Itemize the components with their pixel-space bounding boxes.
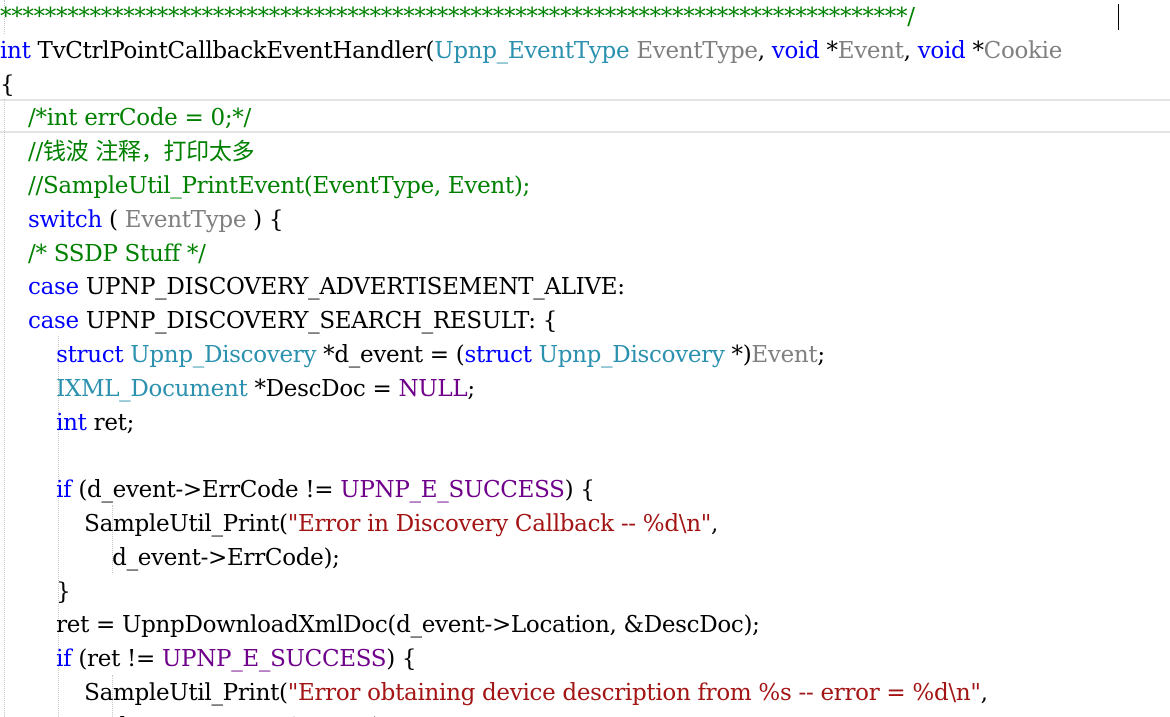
code-parameter: EventType	[636, 37, 758, 64]
code-text: d_event->ErrCode);	[0, 544, 340, 571]
code-parameter: Event	[751, 342, 818, 368]
code-line[interactable]: int TvCtrlPointCallbackEventHandler(Upnp…	[0, 34, 1170, 68]
code-line[interactable]	[0, 439, 1170, 473]
code-text: SampleUtil_Print(	[0, 511, 288, 537]
code-line[interactable]: switch ( EventType ) {	[0, 203, 1170, 237]
code-keyword: struct	[56, 342, 124, 368]
code-keyword: int	[0, 37, 31, 64]
code-line[interactable]: ret = UpnpDownloadXmlDoc(d_event->Locati…	[0, 608, 1170, 642]
code-line[interactable]: int ret;	[0, 406, 1170, 440]
code-editor[interactable]: ****************************************…	[0, 0, 1170, 717]
code-keyword: int	[56, 409, 87, 436]
code-line[interactable]: if (d_event->ErrCode != UPNP_E_SUCCESS) …	[0, 473, 1170, 507]
code-text: *DescDoc =	[247, 375, 399, 402]
code-keyword: switch	[28, 206, 103, 233]
code-keyword: struct	[464, 342, 532, 368]
code-text: ,	[980, 680, 988, 706]
code-line[interactable]: d_event->ErrCode);	[0, 541, 1170, 575]
code-text: UPNP_DISCOVERY_SEARCH_RESULT: {	[78, 308, 558, 335]
code-text: ret;	[86, 409, 135, 436]
code-text: ) {	[386, 646, 417, 673]
code-line[interactable]: {	[0, 68, 1170, 102]
code-text: ,	[711, 511, 719, 537]
code-text: ;	[817, 342, 825, 368]
code-parameter: EventType	[124, 206, 247, 233]
code-text: *)	[724, 342, 752, 368]
code-text: *	[965, 37, 984, 64]
code-comment: /* SSDP Stuff */	[0, 240, 206, 267]
code-keyword: if	[56, 477, 72, 504]
code-text: ,	[757, 37, 772, 64]
code-macro: UPNP_E_SUCCESS	[161, 646, 387, 673]
code-line[interactable]: SampleUtil_Print("Error obtaining device…	[0, 676, 1170, 710]
code-keyword: case	[28, 274, 79, 301]
code-text: SampleUtil_Print(	[0, 680, 288, 706]
code-line[interactable]: }	[0, 575, 1170, 609]
code-line[interactable]: if (ret != UPNP_E_SUCCESS) {	[0, 642, 1170, 676]
code-line[interactable]: case UPNP_DISCOVERY_SEARCH_RESULT: {	[0, 304, 1170, 338]
code-macro: UPNP_E_SUCCESS	[340, 477, 565, 504]
code-keyword: void	[771, 37, 820, 64]
code-type: Upnp_Discovery	[538, 342, 725, 368]
code-text: (ret !=	[71, 646, 162, 673]
code-text: }	[0, 578, 71, 605]
code-keyword: if	[56, 646, 72, 673]
code-line[interactable]: /* SSDP Stuff */	[0, 237, 1170, 271]
code-type: IXML_Document	[56, 375, 248, 402]
code-text: ) {	[246, 206, 284, 233]
code-parameter: Cookie	[983, 37, 1063, 64]
code-text: ret = UpnpDownloadXmlDoc(d_event->Locati…	[0, 612, 760, 639]
code-comment: //SampleUtil_PrintEvent(EventType, Event…	[0, 173, 530, 199]
code-macro: NULL	[398, 375, 468, 402]
code-text: *d_event = (	[316, 342, 465, 368]
code-line[interactable]: //SampleUtil_PrintEvent(EventType, Event…	[0, 169, 1170, 203]
code-line[interactable]: IXML_Document *DescDoc = NULL;	[0, 372, 1170, 406]
code-text: ) {	[564, 477, 595, 504]
code-text: UPNP_DISCOVERY_ADVERTISEMENT_ALIVE:	[78, 274, 625, 301]
code-text: *	[819, 37, 839, 64]
code-type: Upnp_Discovery	[130, 342, 317, 368]
code-line[interactable]: SampleUtil_Print("Error in Discovery Cal…	[0, 507, 1170, 541]
code-text: ;	[467, 375, 475, 402]
code-text: (d_event->ErrCode !=	[71, 477, 341, 504]
code-line[interactable]: ****************************************…	[0, 0, 1170, 34]
code-line[interactable]: case UPNP_DISCOVERY_ADVERTISEMENT_ALIVE:	[0, 270, 1170, 304]
code-parameter: Event	[837, 37, 904, 64]
code-text: TvCtrlPointCallbackEventHandler(	[30, 37, 435, 64]
code-string: "Error obtaining device description from…	[287, 680, 981, 706]
code-comment: //钱波 注释，打印太多	[0, 139, 255, 166]
code-comment: /*int errCode = 0;*/	[0, 105, 251, 132]
code-line[interactable]: d_event->Location, ret);	[0, 710, 1170, 717]
code-keyword: void	[917, 37, 966, 64]
code-comment: ****************************************…	[0, 4, 915, 30]
code-type: Upnp_EventType	[434, 37, 630, 64]
code-keyword: case	[28, 308, 79, 335]
code-text: {	[0, 71, 15, 98]
code-line[interactable]: /*int errCode = 0;*/	[0, 101, 1170, 135]
code-text: (	[102, 206, 125, 233]
code-line[interactable]: //钱波 注释，打印太多	[0, 135, 1170, 169]
code-line[interactable]: struct Upnp_Discovery *d_event = (struct…	[0, 338, 1170, 372]
code-string: "Error in Discovery Callback -- %d\n"	[287, 511, 712, 537]
code-text: ,	[903, 37, 918, 64]
